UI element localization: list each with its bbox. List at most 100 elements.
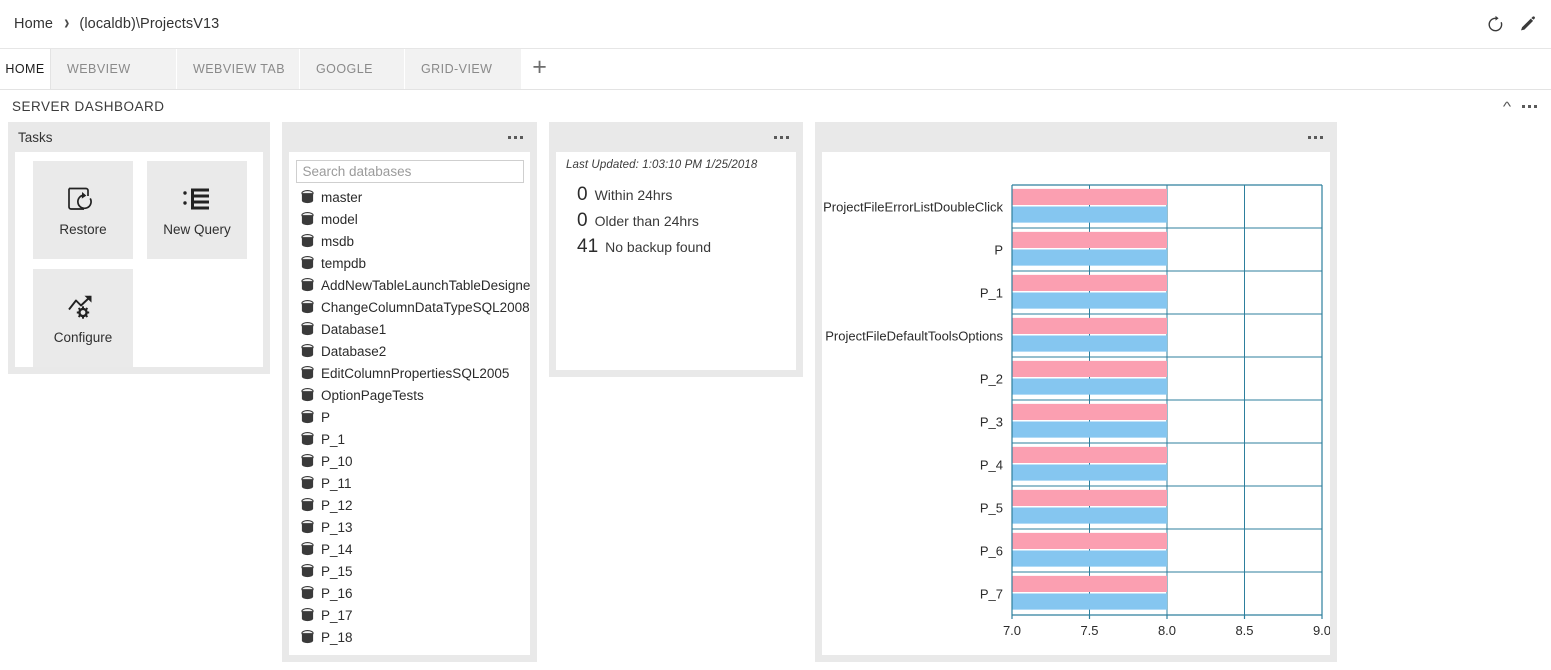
database-name: master xyxy=(321,189,363,205)
database-list-item[interactable]: P_1 xyxy=(301,428,530,450)
database-list-item[interactable]: msdb xyxy=(301,230,530,252)
chart-y-tick-label: P_6 xyxy=(980,544,1003,559)
tile-tasks-header: Tasks xyxy=(8,122,270,152)
database-list-item[interactable]: P_13 xyxy=(301,516,530,538)
backup-count: 0 xyxy=(577,184,588,205)
configure-label: Configure xyxy=(53,329,113,345)
backup-count: 0 xyxy=(577,210,588,231)
database-name: msdb xyxy=(321,233,355,249)
database-name: Database2 xyxy=(321,343,387,359)
page-title: SERVER DASHBOARD xyxy=(12,98,165,114)
new-query-button[interactable]: New Query xyxy=(147,161,247,259)
chart-bar xyxy=(1012,206,1167,223)
breadcrumb-actions xyxy=(1486,15,1537,34)
database-list-item[interactable]: EditColumnPropertiesSQL2005 xyxy=(301,362,530,384)
database-list-item[interactable]: P_17 xyxy=(301,604,530,626)
new-query-label: New Query xyxy=(163,221,231,237)
chart-x-tick-label: 8.0 xyxy=(1158,623,1176,638)
database-list-item[interactable]: P_14 xyxy=(301,538,530,560)
backup-label: Within 24hrs xyxy=(594,187,673,203)
refresh-icon[interactable] xyxy=(1486,15,1505,34)
database-list-item[interactable]: P xyxy=(301,406,530,428)
database-list-item[interactable]: ChangeColumnDataTypeSQL2008 xyxy=(301,296,530,318)
restore-label: Restore xyxy=(59,221,107,237)
database-name: P_16 xyxy=(321,585,353,601)
chart-bar xyxy=(1012,403,1167,420)
pencil-icon[interactable] xyxy=(1518,15,1537,34)
chart-bar xyxy=(1012,274,1167,291)
chart-bar xyxy=(1012,231,1167,248)
last-updated-text: Last Updated: 1:03:10 PM 1/25/2018 xyxy=(566,159,758,171)
database-icon xyxy=(301,608,314,622)
tab-home[interactable]: HOME xyxy=(0,49,51,89)
tab-grid-view[interactable]: GRID-VIEW xyxy=(405,49,522,89)
tile-backup-more-icon[interactable] xyxy=(774,135,789,139)
breadcrumb-separator-icon: › xyxy=(64,12,70,34)
chart-bar xyxy=(1012,464,1167,481)
tile-tasks: Tasks Restore New Query Configure xyxy=(8,122,270,374)
database-list-item[interactable]: tempdb xyxy=(301,252,530,274)
chart-y-tick-label: P_2 xyxy=(980,372,1003,387)
tab-webview[interactable]: WEBVIEW xyxy=(51,49,177,89)
section-actions: ^ xyxy=(1503,100,1537,113)
chart-x-tick-label: 9.0 xyxy=(1313,623,1330,638)
chart-bar xyxy=(1012,446,1167,463)
database-list-item[interactable]: P_12 xyxy=(301,494,530,516)
breadcrumb-server[interactable]: (localdb)\ProjectsV13 xyxy=(79,16,219,32)
chart-bar xyxy=(1012,317,1167,334)
database-name: P_10 xyxy=(321,453,353,469)
backup-label: Older than 24hrs xyxy=(594,213,699,229)
chart-y-tick-label: P xyxy=(994,243,1003,258)
database-list-item[interactable]: P_16 xyxy=(301,582,530,604)
breadcrumb-home[interactable]: Home xyxy=(14,16,53,32)
database-list-item[interactable]: P_10 xyxy=(301,450,530,472)
database-icon xyxy=(301,410,314,424)
database-list-item[interactable]: Database1 xyxy=(301,318,530,340)
database-icon xyxy=(301,234,314,248)
tile-databases-header xyxy=(282,122,537,152)
search-input[interactable] xyxy=(295,160,524,183)
chart-bar xyxy=(1012,489,1167,506)
tile-databases: master model msdb tempdb AddNewTableLaunchTa… xyxy=(282,122,537,662)
database-name: P_18 xyxy=(321,629,353,645)
restore-button[interactable]: Restore xyxy=(33,161,133,259)
database-list-item[interactable]: model xyxy=(301,208,530,230)
database-icon xyxy=(301,630,314,644)
database-list-item[interactable]: P_15 xyxy=(301,560,530,582)
tile-databases-body: master model msdb tempdb AddNewTableLaunchTa… xyxy=(289,152,530,655)
bar-chart: ProjectFileErrorListDoubleClick P P_1 Proje… xyxy=(822,152,1330,655)
tab-webview-tab[interactable]: WEBVIEW TAB xyxy=(177,49,300,89)
bar-chart-svg: ProjectFileErrorListDoubleClick P P_1 Proje… xyxy=(823,184,1330,638)
database-list-item[interactable]: AddNewTableLaunchTableDesignerS xyxy=(301,274,530,296)
database-name: P_12 xyxy=(321,497,353,513)
configure-icon xyxy=(66,292,100,322)
database-list-item[interactable]: P_18 xyxy=(301,626,530,648)
tile-chart-more-icon[interactable] xyxy=(1308,135,1323,139)
chart-y-tick-label: ProjectFileErrorListDoubleClick xyxy=(823,200,1003,215)
database-name: Database1 xyxy=(321,321,387,337)
new-query-icon xyxy=(180,184,214,214)
database-name: P_1 xyxy=(321,431,346,447)
restore-icon xyxy=(66,184,100,214)
database-icon xyxy=(301,454,314,468)
add-tab-button[interactable]: + xyxy=(522,49,557,89)
database-list-item[interactable]: OptionPageTests xyxy=(301,384,530,406)
database-icon xyxy=(301,498,314,512)
database-name: P_15 xyxy=(321,563,353,579)
tab-google[interactable]: GOOGLE xyxy=(300,49,405,89)
backup-row: 0 Older than 24hrs xyxy=(577,211,796,230)
chart-y-tick-label: P_7 xyxy=(980,587,1003,602)
chevron-up-icon[interactable]: ^ xyxy=(1503,100,1511,113)
database-list-item[interactable]: Database2 xyxy=(301,340,530,362)
database-list-item[interactable]: master xyxy=(301,186,530,208)
breadcrumb-bar: Home › (localdb)\ProjectsV13 xyxy=(0,0,1551,49)
database-list-item[interactable]: P_11 xyxy=(301,472,530,494)
chart-y-tick-label: P_1 xyxy=(980,286,1003,301)
section-more-icon[interactable] xyxy=(1522,104,1537,108)
configure-button[interactable]: Configure xyxy=(33,269,133,367)
tile-databases-more-icon[interactable] xyxy=(508,135,523,139)
chart-y-tick-label: P_3 xyxy=(980,415,1003,430)
tile-tasks-body: Restore New Query Configure xyxy=(15,152,263,367)
chart-x-tick-label: 8.5 xyxy=(1235,623,1253,638)
database-icon xyxy=(301,388,314,402)
